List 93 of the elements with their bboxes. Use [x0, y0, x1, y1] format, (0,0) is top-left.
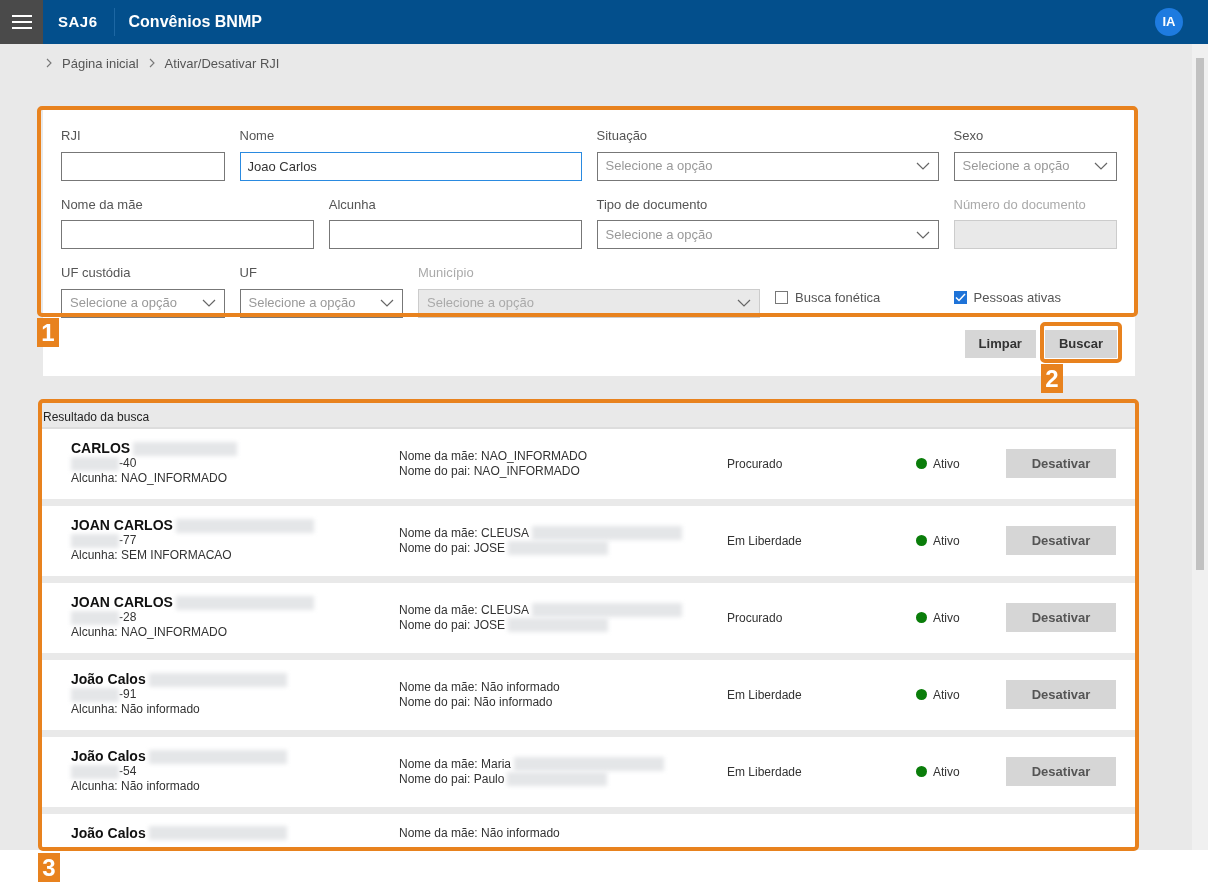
select-field[interactable]: Selecione a opção: [953, 151, 1117, 181]
redaction: [71, 687, 119, 702]
check-icon: [954, 293, 966, 302]
redaction: [71, 533, 119, 548]
text-field[interactable]: [61, 151, 225, 181]
father-name: Nome do pai: JOSE: [399, 617, 506, 633]
deactivate-button[interactable]: Desativar: [1006, 680, 1116, 709]
father-name: Nome do pai: NAO_INFORMADO: [399, 463, 580, 479]
status-text: Ativo: [933, 763, 960, 781]
select-placeholder: Selecione a opção: [70, 294, 177, 313]
person-name: JOAN CARLOS: [71, 595, 173, 610]
mother-name: Nome da mãe: CLEUSA: [399, 525, 530, 541]
document-number: -40: [119, 456, 137, 471]
situation-text: Procurado: [727, 456, 783, 471]
text-field[interactable]: [61, 220, 314, 249]
deactivate-button[interactable]: Desativar: [1006, 526, 1116, 555]
action-button[interactable]: Limpar: [964, 329, 1036, 358]
field-label: Sexo: [953, 127, 985, 145]
deactivate-button[interactable]: Desativar: [1006, 603, 1116, 632]
situation-text: Procurado: [727, 610, 783, 625]
person-name: CARLOS: [71, 441, 131, 456]
field-label: RJI: [61, 127, 82, 145]
alias-text: Alcunha: Não informado: [71, 779, 201, 794]
person-name: João Calos: [71, 749, 146, 764]
father-name: Nome do pai: Não informado: [399, 694, 553, 710]
person-name: João Calos: [71, 825, 146, 841]
chevron-down-icon: [1094, 162, 1108, 170]
field-label: Nome da mãe: [61, 195, 144, 214]
user-avatar[interactable]: IA: [1155, 8, 1183, 36]
chevron-down-icon: [737, 299, 751, 307]
checkbox[interactable]: Busca fonética: [775, 283, 881, 312]
select-placeholder: Selecione a opção: [427, 294, 534, 313]
chevron-down-icon: [201, 299, 216, 307]
breadcrumb-link[interactable]: Página inicial: [62, 54, 139, 74]
app-title: Convênios BNMP: [127, 12, 262, 32]
step-number: 3: [38, 853, 60, 882]
alias-text: Alcunha: Não informado: [71, 702, 201, 717]
field-label: UF custódia: [61, 264, 132, 282]
mother-name: Nome da mãe: Maria: [399, 756, 512, 772]
mother-name: Nome da mãe: Não informado: [399, 679, 560, 695]
document-number: -91: [119, 687, 137, 702]
menu-button[interactable]: [0, 0, 43, 44]
alias-text: Alcunha: NAO_INFORMADO: [71, 625, 229, 640]
field-label: Tipo de documento: [596, 195, 709, 214]
mother-name: Nome da mãe: Não informado: [399, 825, 560, 841]
status-text: Ativo: [933, 455, 960, 473]
father-name: Nome do pai: JOSE: [399, 540, 506, 556]
document-number: -77: [119, 533, 137, 548]
field-label: Alcunha: [328, 195, 377, 214]
step-number: 2: [1041, 364, 1063, 393]
field-label: Nome: [239, 127, 276, 145]
redaction: [71, 764, 119, 779]
field-label: Número do documento: [953, 195, 1087, 214]
field-label: Situação: [596, 127, 649, 145]
document-number: -28: [119, 610, 137, 625]
select-field[interactable]: Selecione a opção: [596, 220, 939, 249]
menu-icon: [11, 15, 32, 29]
text-field[interactable]: [328, 220, 582, 249]
status-text: Ativo: [933, 532, 960, 550]
person-name: João Calos: [71, 672, 146, 687]
situation-text: Em Liberdade: [727, 764, 802, 779]
field-label: UF: [239, 264, 258, 282]
alias-text: Alcunha: NAO_INFORMADO: [71, 471, 229, 486]
person-name: JOAN CARLOS: [71, 518, 173, 533]
text-field[interactable]: Joao Carlos: [239, 151, 582, 181]
breadcrumb-link[interactable]: Ativar/Desativar RJI: [164, 54, 280, 74]
scrollbar[interactable]: [1192, 44, 1208, 850]
deactivate-button[interactable]: Desativar: [1006, 449, 1116, 478]
mother-name: Nome da mãe: NAO_INFORMADO: [399, 448, 588, 464]
chevron-down-icon: [380, 299, 394, 307]
alias-text: Alcunha: SEM INFORMACAO: [71, 548, 233, 563]
select-placeholder: Selecione a opção: [605, 225, 713, 244]
action-button[interactable]: Buscar: [1044, 329, 1117, 358]
redaction: [71, 610, 119, 625]
step-number: 1: [37, 318, 59, 347]
situation-text: Em Liberdade: [727, 687, 802, 702]
select-placeholder: Selecione a opção: [962, 157, 1070, 176]
father-name: Nome do pai: Paulo: [399, 771, 505, 787]
deactivate-button[interactable]: Desativar: [1006, 757, 1116, 786]
chevron-down-icon: [915, 230, 930, 239]
checkbox[interactable]: Pessoas ativas: [953, 283, 1061, 312]
logo: SAJ6: [43, 8, 115, 36]
document-number: -54: [119, 764, 137, 779]
select-field[interactable]: Selecione a opção: [596, 151, 939, 181]
redaction: [71, 456, 119, 471]
field-label: Município: [418, 264, 475, 282]
select-placeholder: Selecione a opção: [605, 157, 713, 176]
status-text: Ativo: [933, 609, 960, 627]
mother-name: Nome da mãe: CLEUSA: [399, 602, 530, 618]
chevron-down-icon: [915, 162, 930, 170]
situation-text: Em Liberdade: [727, 533, 802, 548]
select-placeholder: Selecione a opção: [248, 294, 356, 313]
status-text: Ativo: [933, 686, 960, 704]
